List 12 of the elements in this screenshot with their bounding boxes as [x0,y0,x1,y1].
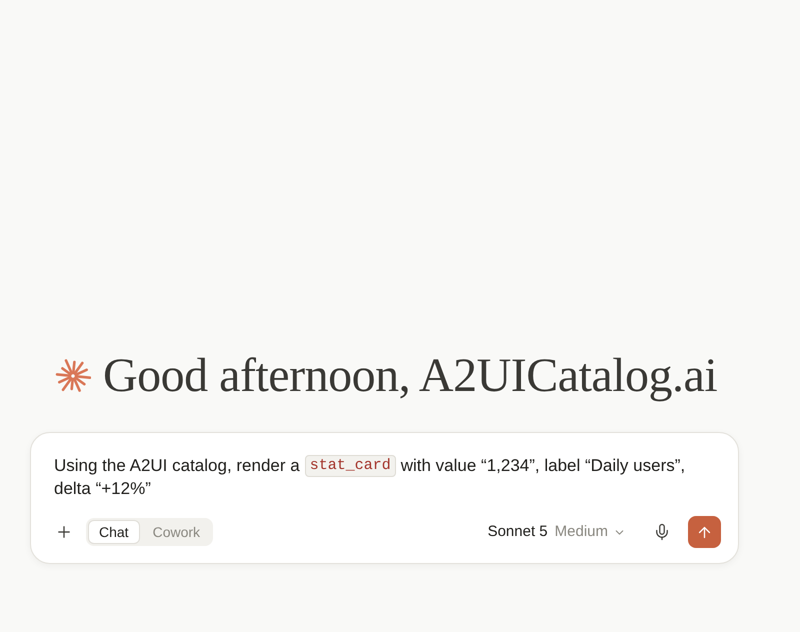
plus-icon [55,523,73,541]
model-selector[interactable]: Sonnet 5 Medium [486,516,628,548]
typed-text: Using the A2UI catalog, render a [54,455,300,477]
greeting-heading: Good afternoon, A2UICatalog.ai [103,348,718,404]
typed-text: delta “+12%” [54,478,151,500]
mode-tab[interactable]: Chat [88,520,140,544]
message-input[interactable]: Using the A2UI catalog, render a stat_card with value “1,234”, label “Daily users”, delta “+12%” [53,454,721,500]
inline-code: stat_card [304,454,396,476]
microphone-icon [653,523,671,541]
starburst-icon [55,358,91,394]
send-button[interactable] [688,516,721,548]
typed-text: with value “1,234”, label “Daily users”, [400,455,686,477]
